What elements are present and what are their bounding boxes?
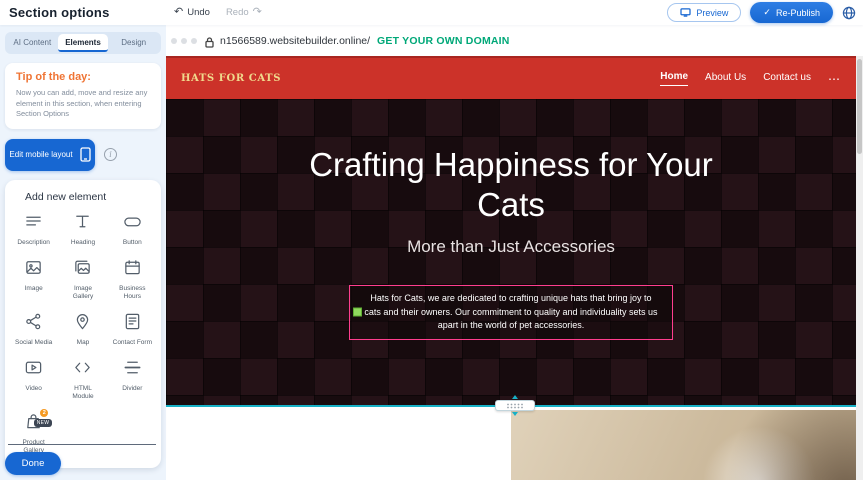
add-new-element-title: Add new element	[25, 191, 157, 203]
site-logo[interactable]: Hats for Cats	[181, 73, 281, 84]
sand-photo	[511, 410, 856, 480]
preview-button[interactable]: Preview	[667, 3, 741, 22]
element-divider[interactable]: Divider	[108, 358, 157, 401]
check-icon: ✓	[763, 7, 771, 18]
hero-title[interactable]: Crafting Happiness for Your Cats	[296, 145, 726, 224]
hero-paragraph: Hats for Cats, we are dedicated to craft…	[361, 292, 661, 333]
nav-contact-us[interactable]: Contact us	[763, 72, 811, 86]
video-icon	[24, 358, 43, 382]
undo-icon: ↶	[174, 7, 183, 18]
redo-label: Redo	[226, 7, 249, 18]
topbar: Section options ↶ Undo Redo ↷ Preview ✓ …	[0, 0, 863, 25]
new-badge: NEW	[34, 419, 53, 427]
redo-icon: ↷	[253, 7, 262, 18]
edit-mobile-row: Edit mobile layout i	[5, 139, 161, 171]
tab-design[interactable]: Design	[108, 34, 159, 52]
tip-title: Tip of the day:	[16, 71, 150, 83]
social-media-icon	[24, 312, 43, 336]
lock-icon	[205, 35, 214, 46]
nav-more-icon[interactable]: ⋯	[828, 72, 841, 86]
hero-section: Crafting Happiness for Your Cats More th…	[166, 99, 856, 406]
done-button[interactable]: Done	[5, 452, 61, 475]
code-icon	[73, 358, 92, 382]
arrow-up-icon	[512, 395, 518, 399]
globe-icon	[842, 6, 856, 20]
tip-body: Now you can add, move and resize any ele…	[16, 88, 150, 120]
nav-home[interactable]: Home	[660, 71, 688, 86]
element-image-gallery[interactable]: Image Gallery	[58, 258, 107, 301]
get-domain-link[interactable]: GET YOUR OWN DOMAIN	[377, 35, 510, 47]
page-title: Section options	[9, 5, 110, 20]
element-contact-form[interactable]: Contact Form	[108, 312, 157, 347]
divider-icon	[123, 358, 142, 382]
preview-canvas: n1566589.websitebuilder.online/ GET YOUR…	[166, 25, 863, 480]
section-resize-handle[interactable]	[495, 395, 535, 416]
redo-button[interactable]: Redo ↷	[226, 7, 262, 18]
element-social-media[interactable]: Social Media	[9, 312, 58, 347]
image-icon	[24, 258, 43, 282]
site-url: n1566589.websitebuilder.online/	[220, 35, 370, 47]
preview-scrollbar[interactable]	[856, 56, 863, 480]
heading-icon	[73, 212, 92, 236]
element-image[interactable]: Image	[9, 258, 58, 301]
section-resize-line	[166, 405, 856, 407]
resize-handle-left[interactable]	[353, 308, 362, 317]
site-nav: Home About Us Contact us ⋯	[660, 71, 841, 86]
tab-ai-content[interactable]: AI Content	[7, 34, 58, 52]
edit-mobile-label: Edit mobile layout	[9, 150, 72, 159]
hero-subtitle[interactable]: More than Just Accessories	[407, 237, 615, 257]
element-button[interactable]: Button	[108, 212, 157, 247]
edit-mobile-layout-button[interactable]: Edit mobile layout	[5, 139, 95, 171]
republish-label: Re-Publish	[776, 8, 820, 18]
tab-elements[interactable]: Elements	[58, 34, 109, 52]
language-globe-button[interactable]	[842, 6, 856, 20]
site-header: Hats for Cats Home About Us Contact us ⋯	[166, 56, 856, 99]
drag-pill	[495, 400, 535, 411]
undo-button[interactable]: ↶ Undo	[174, 7, 210, 18]
history-controls: ↶ Undo Redo ↷	[174, 7, 262, 18]
element-product-gallery[interactable]: 2 NEW Product Gallery	[9, 412, 58, 455]
sidebar-tabs: AI Content Elements Design	[5, 32, 161, 54]
info-button[interactable]: i	[104, 148, 117, 161]
undo-label: Undo	[187, 7, 210, 18]
element-heading[interactable]: Heading	[58, 212, 107, 247]
element-html-module[interactable]: HTML Module	[58, 358, 107, 401]
scrollbar-thumb[interactable]	[857, 59, 862, 154]
next-section	[166, 406, 856, 480]
contact-form-icon	[123, 312, 142, 336]
element-grid: Description Heading Button Image Image G…	[9, 212, 157, 456]
add-new-element-panel: Add new element Description Heading Butt…	[5, 180, 161, 468]
image-gallery-icon	[73, 258, 92, 282]
tip-of-the-day-card: Tip of the day: Now you can add, move an…	[5, 63, 161, 129]
topbar-actions: Preview ✓ Re-Publish	[667, 2, 856, 23]
browser-chrome: n1566589.websitebuilder.online/ GET YOUR…	[166, 25, 863, 56]
description-icon	[24, 212, 43, 236]
sidebar: AI Content Elements Design Tip of the da…	[0, 25, 166, 480]
preview-label: Preview	[696, 8, 728, 18]
website-preview: Hats for Cats Home About Us Contact us ⋯…	[166, 56, 856, 480]
selected-text-element[interactable]: Hats for Cats, we are dedicated to craft…	[349, 285, 673, 340]
element-description[interactable]: Description	[9, 212, 58, 247]
element-business-hours[interactable]: Business Hours	[108, 258, 157, 301]
button-icon	[123, 212, 142, 236]
notification-badge: 2	[40, 409, 48, 417]
nav-about-us[interactable]: About Us	[705, 72, 746, 86]
monitor-icon	[680, 8, 691, 17]
business-hours-icon	[123, 258, 142, 282]
phone-icon	[80, 147, 91, 162]
arrow-down-icon	[512, 412, 518, 416]
element-map[interactable]: Map	[58, 312, 107, 347]
element-video[interactable]: Video	[9, 358, 58, 401]
map-pin-icon	[73, 312, 92, 336]
republish-button[interactable]: ✓ Re-Publish	[750, 2, 833, 23]
browser-dots	[171, 38, 197, 44]
sidebar-divider	[8, 444, 156, 445]
drag-dots-icon	[506, 403, 524, 409]
